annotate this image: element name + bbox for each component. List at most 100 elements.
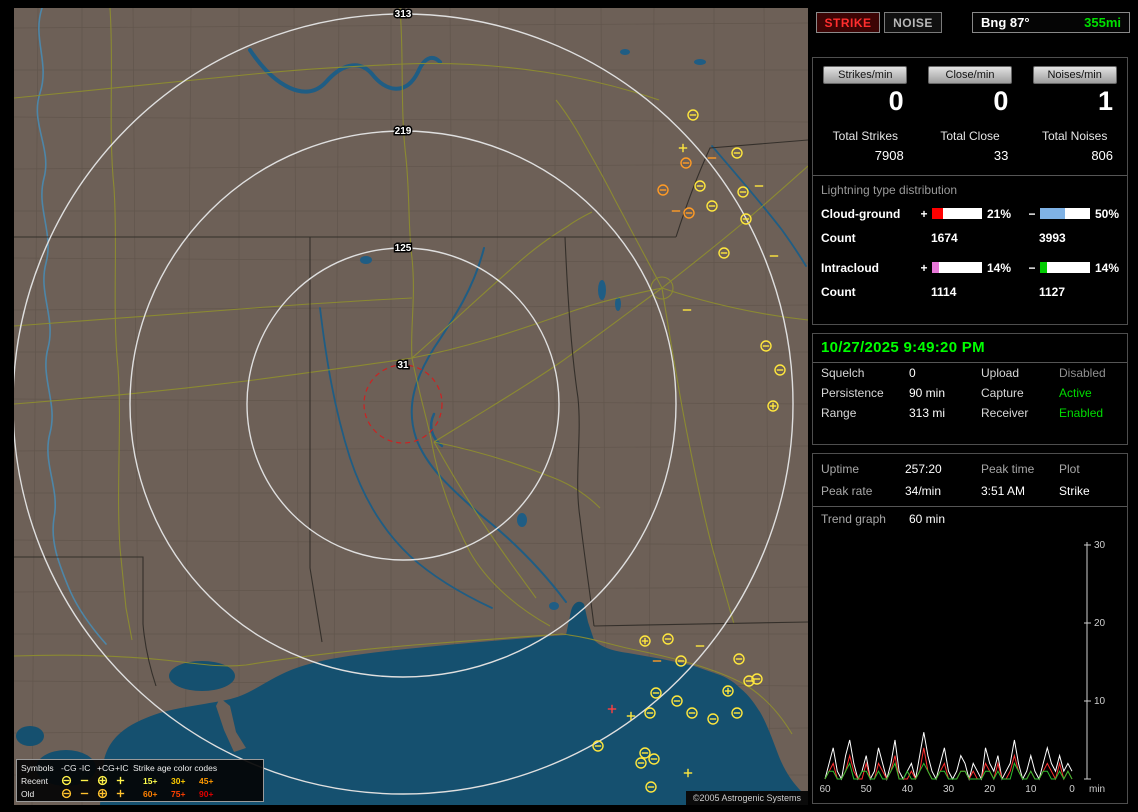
noise-button[interactable]: NOISE: [884, 12, 942, 33]
cg-neg-symbol-icon: [61, 775, 72, 786]
legend-header-row: Symbols -CG -IC +CG +IC Strike age color…: [19, 761, 261, 774]
lightning-map[interactable]: 313 219 125 31 Symbols -CG -IC +CG +IC Stri…: [14, 8, 808, 805]
cloud-ground-label: Cloud-ground: [821, 206, 901, 221]
trend-x-tick: 20: [984, 784, 996, 795]
receiver-label: Receiver: [981, 406, 1029, 420]
total-strikes-value: 7908: [874, 148, 904, 163]
cloud-ground-count-row: Count 1674 3993: [821, 230, 1127, 245]
ic-neg-bar: [1039, 261, 1091, 274]
age-code: 75+: [171, 788, 186, 799]
range-label: Range: [821, 406, 857, 420]
status-panel: 10/27/2025 9:49:20 PM Squelch 0 Upload D…: [812, 333, 1128, 445]
squelch-label: Squelch: [821, 366, 865, 380]
trend-y-tick: 30: [1094, 540, 1106, 551]
trend-x-tick: 10: [1025, 784, 1037, 795]
legend-col-ic-neg: -IC: [79, 762, 91, 773]
plot-label: Plot: [1059, 462, 1080, 476]
trend-window-value: 60 min: [909, 512, 946, 526]
ic-pos-symbol-icon: [116, 776, 125, 785]
ic-pos-percent: 14%: [987, 260, 1012, 275]
total-noises-value: 806: [1091, 148, 1114, 163]
trend-graph-row: Trend graph 60 min: [813, 507, 1127, 531]
peak-rate-value: 34/min: [905, 484, 942, 498]
count-label: Count: [821, 230, 856, 245]
noises-per-min-button[interactable]: Noises/min: [1032, 66, 1117, 84]
upload-value: Disabled: [1059, 366, 1106, 380]
peak-rate-label: Peak rate: [821, 484, 873, 498]
trend-y-tick: 10: [1094, 696, 1106, 707]
strike-button[interactable]: STRIKE: [816, 12, 880, 33]
close-per-min-button[interactable]: Close/min: [928, 66, 1012, 84]
plot-value: Strike: [1059, 484, 1090, 498]
ic-neg-symbol-icon: [80, 792, 89, 795]
cloud-ground-row: Cloud-ground + 21% − 50%: [821, 206, 1127, 221]
nexstorm-window: 313 219 125 31 Symbols -CG -IC +CG +IC Stri…: [0, 0, 1138, 812]
legend-old-row: Old 60+ 75+ 90+: [19, 787, 261, 800]
ic-pos-symbol-icon: [116, 789, 125, 798]
legend-recent-row: Recent 15+ 30+ 45+: [19, 774, 261, 787]
ic-neg-percent: 14%: [1095, 260, 1120, 275]
age-code: 90+: [199, 788, 214, 799]
range-ring-label: 125: [395, 243, 412, 254]
trend-y-tick: 20: [1094, 618, 1106, 629]
cg-pos-symbol-icon: [97, 775, 108, 786]
cg-pos-percent: 21%: [987, 206, 1012, 221]
capture-value: Active: [1059, 386, 1092, 400]
persistence-value: 90 min: [909, 386, 946, 400]
trend-x-unit: min: [1089, 784, 1105, 795]
range-value: 313 mi: [909, 406, 946, 420]
bearing-label: Bng 87°: [981, 15, 1030, 30]
minus-sign: −: [1028, 206, 1036, 221]
distribution-title: Lightning type distribution: [821, 183, 958, 197]
age-code: 45+: [199, 775, 214, 786]
rate-columns: Strikes/min 0 Total Strikes 7908 Close/m…: [813, 66, 1127, 163]
age-code: 60+: [143, 788, 158, 799]
status-row: Persistence 90 min Capture Active: [813, 383, 1127, 403]
age-code: 15+: [143, 775, 158, 786]
cg-neg-bar: [1039, 207, 1091, 220]
legend-symbols-header: Symbols: [21, 762, 54, 773]
legend-col-ic-pos: +IC: [115, 762, 129, 773]
strikes-column: Strikes/min 0 Total Strikes 7908: [813, 66, 918, 163]
strikes-per-min-button[interactable]: Strikes/min: [823, 66, 908, 84]
session-row: Uptime 257:20 Peak time Plot: [813, 458, 1127, 480]
sidebar: STRIKE NOISE Bng 87° 355mi Strikes/min 0…: [812, 8, 1130, 805]
datetime-display: 10/27/2025 9:49:20 PM: [813, 334, 1127, 363]
receiver-value: Enabled: [1059, 406, 1104, 420]
legend-col-cg-pos: +CG: [97, 762, 115, 773]
peak-time-label: Peak time: [981, 462, 1035, 476]
noises-column: Noises/min 1 Total Noises 806: [1022, 66, 1127, 163]
ic-neg-symbol-icon: [80, 779, 89, 782]
session-row: Peak rate 34/min 3:51 AM Strike: [813, 480, 1127, 502]
status-row: Range 313 mi Receiver Enabled: [813, 403, 1127, 423]
cg-neg-percent: 50%: [1095, 206, 1120, 221]
intracloud-row: Intracloud + 14% − 14%: [821, 260, 1127, 275]
map-canvas[interactable]: 313 219 125 31: [14, 8, 808, 805]
count-label: Count: [821, 284, 856, 299]
cg-pos-symbol-icon: [97, 788, 108, 799]
bearing-distance: 355mi: [1084, 15, 1121, 30]
uptime-label: Uptime: [821, 462, 860, 476]
ic-pos-bar: [931, 261, 983, 274]
noises-per-min-value: 1: [1097, 86, 1114, 116]
plus-sign: +: [920, 206, 928, 221]
trend-x-tick: 30: [943, 784, 955, 795]
strikes-per-min-value: 0: [888, 86, 904, 116]
bearing-display: Bng 87° 355mi: [972, 12, 1130, 33]
total-strikes-label: Total Strikes: [832, 129, 899, 143]
cg-pos-count: 1674: [931, 230, 958, 245]
ic-pos-count: 1114: [931, 284, 957, 299]
strike-legend: Symbols -CG -IC +CG +IC Strike age color…: [16, 759, 264, 802]
trend-x-tick: 50: [861, 784, 873, 795]
intracloud-count-row: Count 1114 1127: [821, 284, 1127, 299]
upload-label: Upload: [981, 366, 1020, 380]
total-close-label: Total Close: [940, 129, 1000, 143]
trend-series-cloud-ground: [824, 747, 1073, 781]
ic-neg-count: 1127: [1039, 284, 1066, 299]
cg-neg-symbol-icon: [61, 788, 72, 799]
session-panel: Uptime 257:20 Peak time Plot Peak rate 3…: [812, 453, 1128, 804]
total-close-value: 33: [993, 148, 1009, 163]
age-code: 30+: [171, 775, 186, 786]
intracloud-label: Intracloud: [821, 260, 880, 275]
trend-x-tick: 0: [1069, 784, 1075, 795]
